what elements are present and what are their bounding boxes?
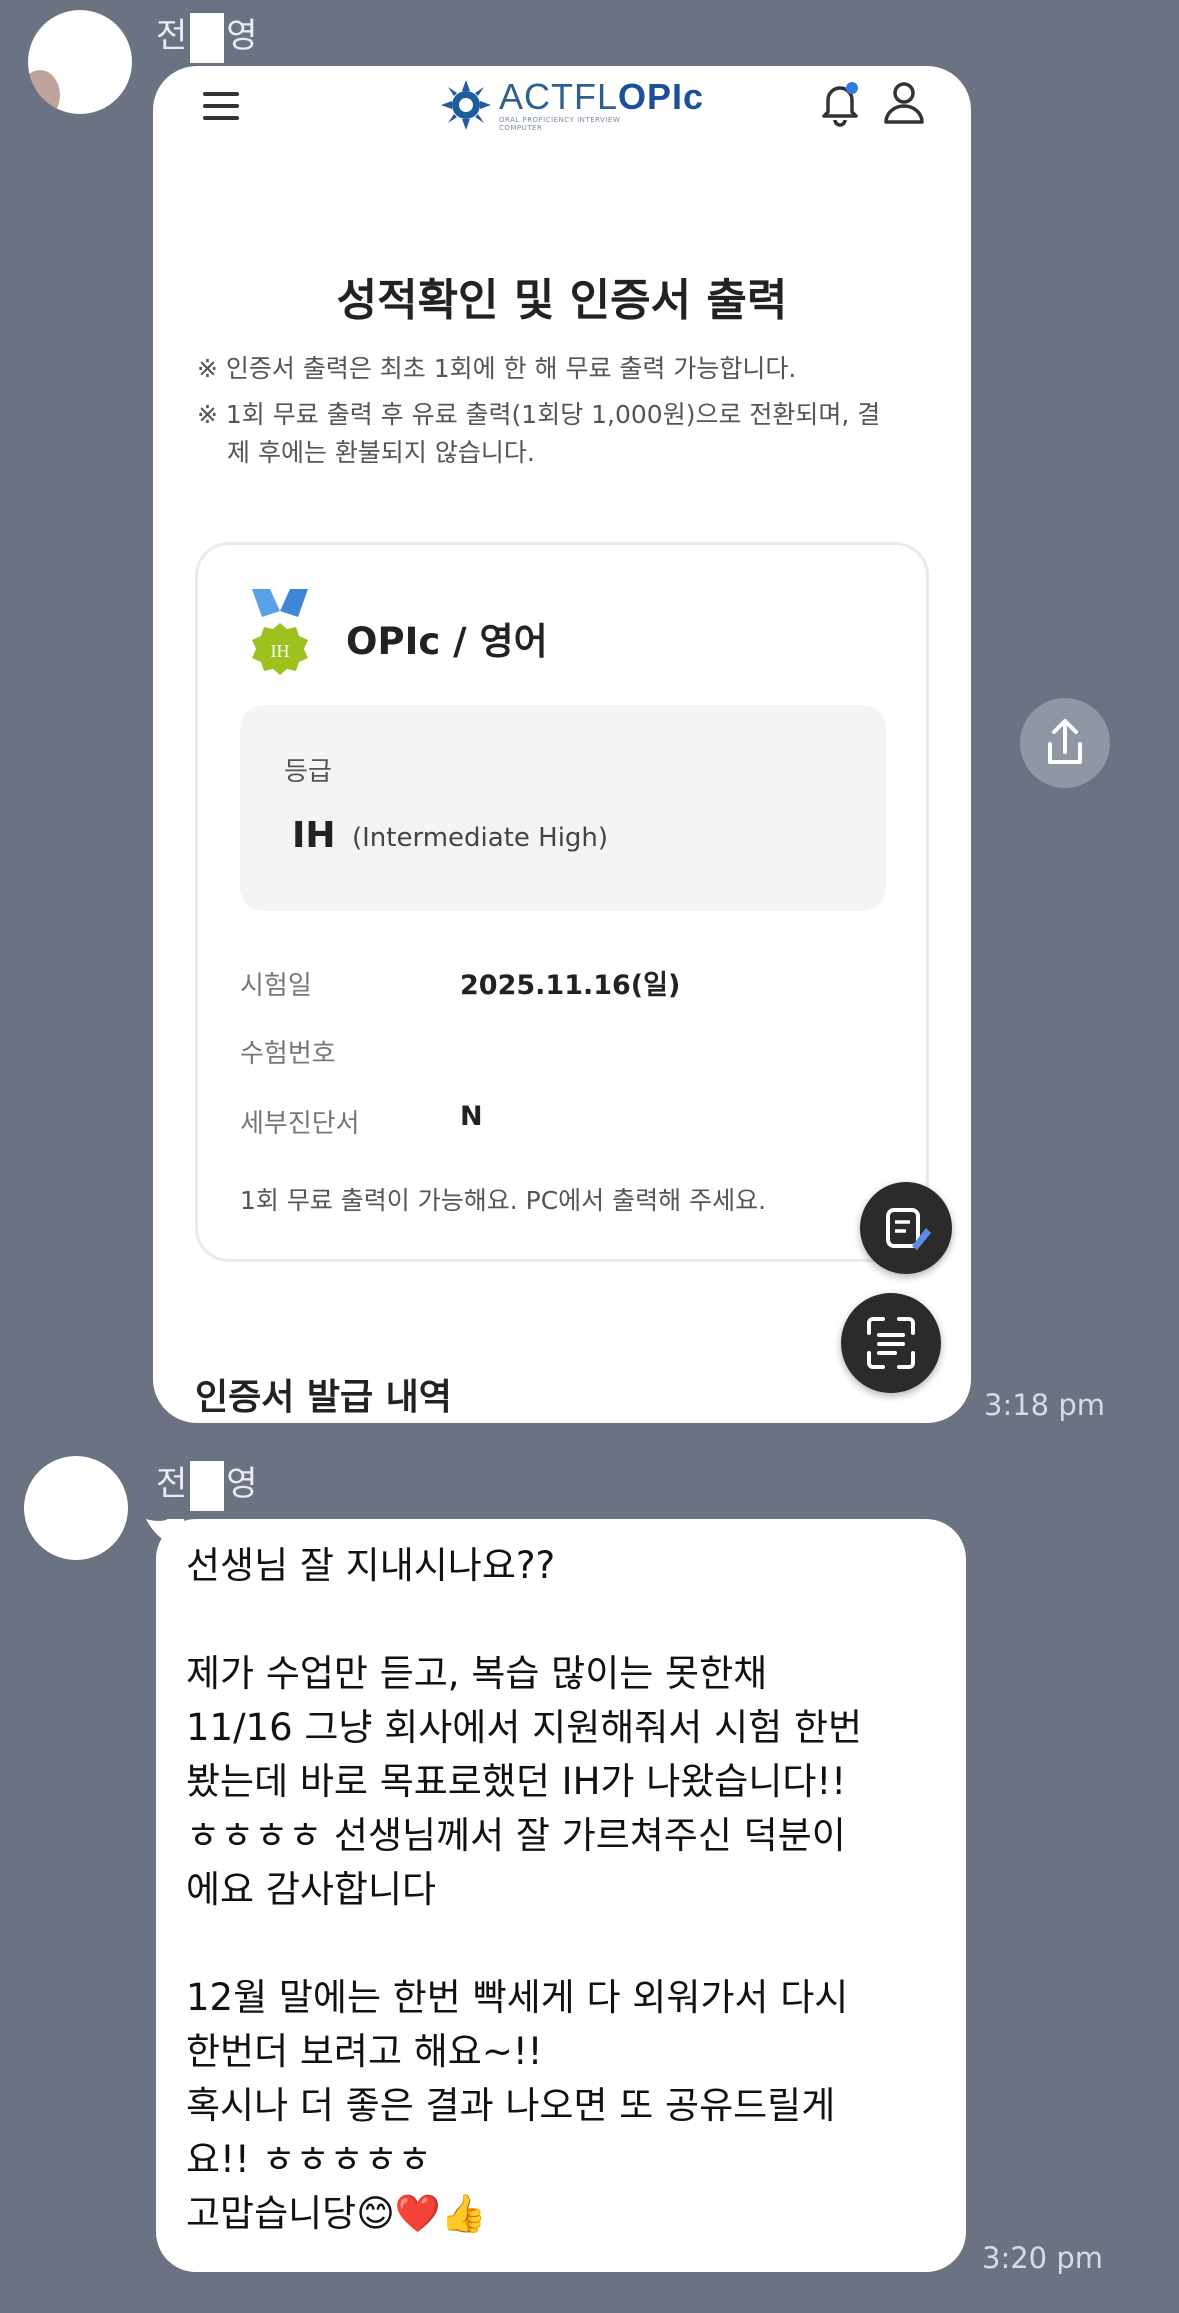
grade-box: 등급 IH (Intermediate High) (240, 705, 886, 911)
share-button[interactable] (1020, 698, 1110, 788)
print-note: 1회 무료 출력이 가능해요. PC에서 출력해 주세요. (240, 1186, 767, 1215)
text-message-bubble[interactable]: 선생님 잘 지내시나요?? 제가 수업만 듣고, 복습 많이는 못한채 11/16 … (156, 1519, 966, 2272)
bell-icon[interactable] (817, 78, 863, 128)
name-redaction (190, 12, 225, 63)
notice-text: ※ 인증서 출력은 최초 1회에 한 해 무료 출력 가능합니다. (197, 354, 797, 383)
message-time: 3:18 pm (984, 1388, 1105, 1422)
message-line: 한번더 보려고 해요~!! (186, 2030, 543, 2073)
test-date-label: 시험일 (240, 971, 312, 1001)
message-line: 봤는데 바로 목표로했던 IH가 나왔습니다!! (186, 1760, 847, 1803)
medal-icon: IH (252, 589, 308, 675)
message-line: 선생님 잘 지내시나요?? (186, 1544, 556, 1587)
message-line: 혹시나 더 좋은 결과 나오면 또 공유드릴게 (186, 2084, 836, 2127)
certificate-history-title: 인증서 발급 내역 (195, 1377, 452, 1418)
detail-report-label: 세부진단서 (240, 1109, 360, 1139)
hamburger-icon[interactable] (203, 84, 239, 124)
message-line: 12월 말에는 한번 빡세게 다 외워가서 다시 (186, 1976, 849, 2019)
sender-avatar[interactable] (24, 1456, 128, 1560)
grade-value: IH (292, 815, 336, 856)
sender-avatar[interactable] (28, 10, 132, 114)
actfl-opic-logo: ACTFLOPIc ORAL PROFICIENCY INTERVIEW COMP… (441, 74, 703, 134)
test-date-value: 2025.11.16(일) (460, 970, 681, 1001)
page-title: 성적확인 및 인증서 출력 (336, 275, 788, 326)
message-line: ㅎㅎㅎㅎ 선생님께서 잘 가르쳐주신 덕분이 (186, 1814, 846, 1857)
detail-report-value: N (460, 1101, 483, 1132)
message-line: 요!! ㅎㅎㅎㅎㅎ (186, 2138, 432, 2181)
grade-description: (Intermediate High) (352, 823, 609, 853)
scan-text-icon (867, 1317, 915, 1369)
grade-label: 등급 (284, 757, 332, 787)
share-icon (1048, 719, 1082, 764)
sender-name: 전영 (156, 1456, 259, 1511)
exam-name: OPIc / 영어 (346, 620, 548, 663)
score-card: IH OPIc / 영어 등급 IH (Intermediate High) 시… (195, 542, 929, 1262)
shared-screenshot[interactable]: ACTFLOPIc ORAL PROFICIENCY INTERVIEW COMP… (153, 66, 971, 1423)
sender-name: 전영 (156, 8, 259, 63)
sun-logo-icon (441, 80, 491, 130)
app-header: ACTFLOPIc ORAL PROFICIENCY INTERVIEW COMP… (153, 66, 971, 176)
message-line: 11/16 그냥 회사에서 지원해줘서 시험 한번 (186, 1706, 863, 1749)
scan-text-button[interactable] (841, 1293, 941, 1393)
message-line: 에요 감사합니다 (186, 1868, 437, 1911)
message-line: 제가 수업만 듣고, 복습 많이는 못한채 (186, 1652, 768, 1695)
message-time: 3:20 pm (982, 2241, 1103, 2275)
user-icon[interactable] (881, 78, 927, 128)
note-edit-icon (886, 1208, 931, 1250)
message-line (186, 1917, 956, 1971)
svg-text:IH: IH (271, 641, 290, 661)
message-line (186, 1593, 956, 1647)
edit-floating-button[interactable] (860, 1182, 952, 1274)
message-text: 선생님 잘 지내시나요?? 제가 수업만 듣고, 복습 많이는 못한채 11/16 … (186, 1539, 956, 2241)
notice-text: ※ 1회 무료 출력 후 유료 출력(1회당 1,000원)으로 전환되며, 결… (197, 400, 881, 467)
name-redaction (190, 1460, 225, 1511)
exam-number-label: 수험번호 (240, 1039, 336, 1069)
message-line: 고맙습니당😊❤️👍 (186, 2192, 487, 2235)
